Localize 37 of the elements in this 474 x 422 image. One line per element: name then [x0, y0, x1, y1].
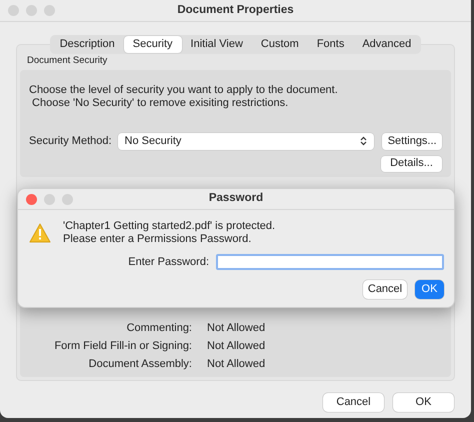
section-title: Document Security: [27, 56, 108, 66]
description-text: Choose the level of security you want to apply to the document.: [29, 84, 339, 96]
security-method-dropdown[interactable]: No Security: [118, 132, 374, 150]
dialog-message: Please enter a Permissions Password.: [63, 233, 252, 246]
field-label: Enter Password:: [128, 255, 209, 270]
settings-button[interactable]: Settings...: [382, 132, 442, 150]
dialog-message: 'Chapter1 Getting started2.pdf' is protected.: [63, 220, 276, 233]
window-title: Document Properties: [177, 2, 294, 18]
restriction-value: Not Allowed: [207, 321, 266, 336]
field-label: Security Method:: [29, 134, 112, 149]
tab[interactable]: Custom: [252, 36, 308, 53]
tab[interactable]: Fonts: [308, 36, 354, 53]
warning-icon: [29, 223, 51, 243]
details-button[interactable]: Details...: [381, 156, 442, 172]
zoom-icon[interactable]: [62, 194, 73, 205]
tab[interactable]: Description: [50, 36, 124, 53]
restriction-value: Not Allowed: [207, 357, 266, 372]
ok-button[interactable]: OK: [415, 280, 444, 298]
restriction-value: Not Allowed: [207, 339, 266, 354]
restriction-label: Form Field Fill-in or Signing:: [53, 339, 192, 354]
restriction-label: Document Assembly:: [88, 357, 192, 372]
minimize-icon[interactable]: [26, 5, 37, 16]
tab[interactable]: Advanced: [353, 36, 420, 53]
restriction-label: Commenting:: [126, 321, 192, 336]
password-field[interactable]: [216, 254, 444, 270]
tab[interactable]: Initial View: [182, 36, 252, 53]
dialog-title: Password: [208, 191, 264, 206]
dialog-button[interactable]: OK: [393, 393, 454, 412]
description-text: Choose 'No Security' to remove exisiting restrictions.: [31, 96, 290, 110]
tab[interactable]: Security: [124, 36, 182, 53]
close-icon[interactable]: [8, 5, 19, 16]
minimize-icon[interactable]: [44, 194, 55, 205]
zoom-icon[interactable]: [44, 5, 55, 16]
dialog-button[interactable]: Cancel: [323, 393, 384, 412]
chevron-icon: [360, 136, 368, 146]
dialog-button[interactable]: Cancel: [363, 280, 407, 298]
close-icon[interactable]: [26, 194, 37, 205]
